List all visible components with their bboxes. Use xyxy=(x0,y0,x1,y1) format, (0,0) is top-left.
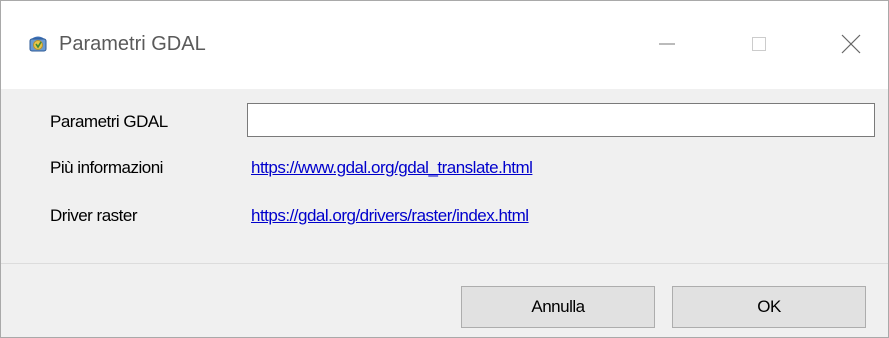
params-label: Parametri GDAL xyxy=(50,112,168,131)
info-label: Più informazioni xyxy=(50,158,163,177)
close-button[interactable] xyxy=(821,21,881,71)
gdal-translate-link[interactable]: https://www.gdal.org/gdal_translate.html xyxy=(251,158,533,178)
footer-separator xyxy=(1,263,888,264)
raster-drivers-link[interactable]: https://gdal.org/drivers/raster/index.ht… xyxy=(251,206,529,226)
ok-button[interactable]: OK xyxy=(672,286,866,328)
params-input[interactable] xyxy=(247,103,875,137)
close-icon xyxy=(840,33,862,60)
gdal-parameters-dialog: Parametri GDAL Parametri GDAL Più inform… xyxy=(0,0,889,338)
driver-label: Driver raster xyxy=(50,206,138,225)
cancel-button[interactable]: Annulla xyxy=(461,286,655,328)
window-title: Parametri GDAL xyxy=(59,33,206,55)
maximize-icon xyxy=(749,34,769,59)
minimize-button[interactable] xyxy=(637,21,697,71)
maximize-button[interactable] xyxy=(729,21,789,71)
minimize-icon xyxy=(657,34,677,59)
qgis-app-icon xyxy=(27,32,49,54)
title-bar: Parametri GDAL xyxy=(1,1,888,89)
